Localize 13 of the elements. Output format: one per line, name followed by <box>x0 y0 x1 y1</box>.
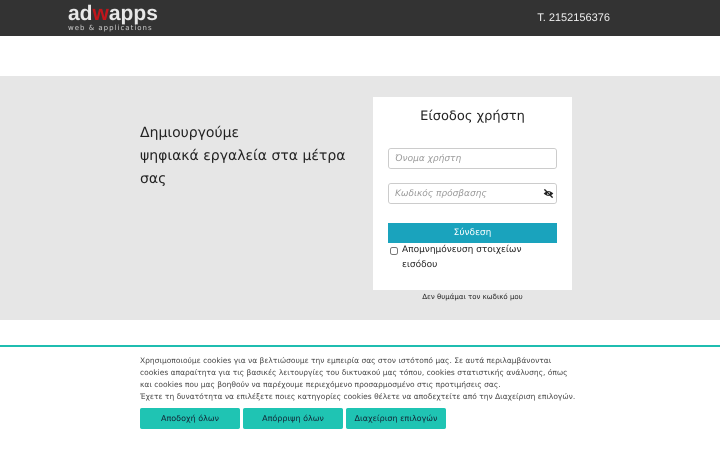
hero-heading: ψηφιακά εργαλεία στα μέτρα σας <box>140 147 346 189</box>
login-title: Είσοδος χρήστη <box>420 109 525 124</box>
phone-number: T. 2152156376 <box>537 12 610 24</box>
username-field[interactable]: Όνομα χρήστη <box>388 148 557 169</box>
logo[interactable]: adwapps <box>68 4 158 24</box>
cookie-button[interactable]: Απόρριψη όλων <box>243 408 343 429</box>
cookie-button[interactable]: Διαχείριση επιλογών <box>346 408 446 429</box>
hero-heading: Δημιουργούμε <box>140 124 240 143</box>
cookie-button[interactable]: Αποδοχή όλων <box>140 408 240 429</box>
remember-checkbox[interactable] <box>390 247 398 255</box>
remember-label: Απομνημόνευση στοιχείων εισόδου <box>402 244 522 272</box>
password-field[interactable]: Κωδικός πρόσβασης <box>388 183 557 204</box>
hidden-eye-icon[interactable] <box>543 188 554 199</box>
